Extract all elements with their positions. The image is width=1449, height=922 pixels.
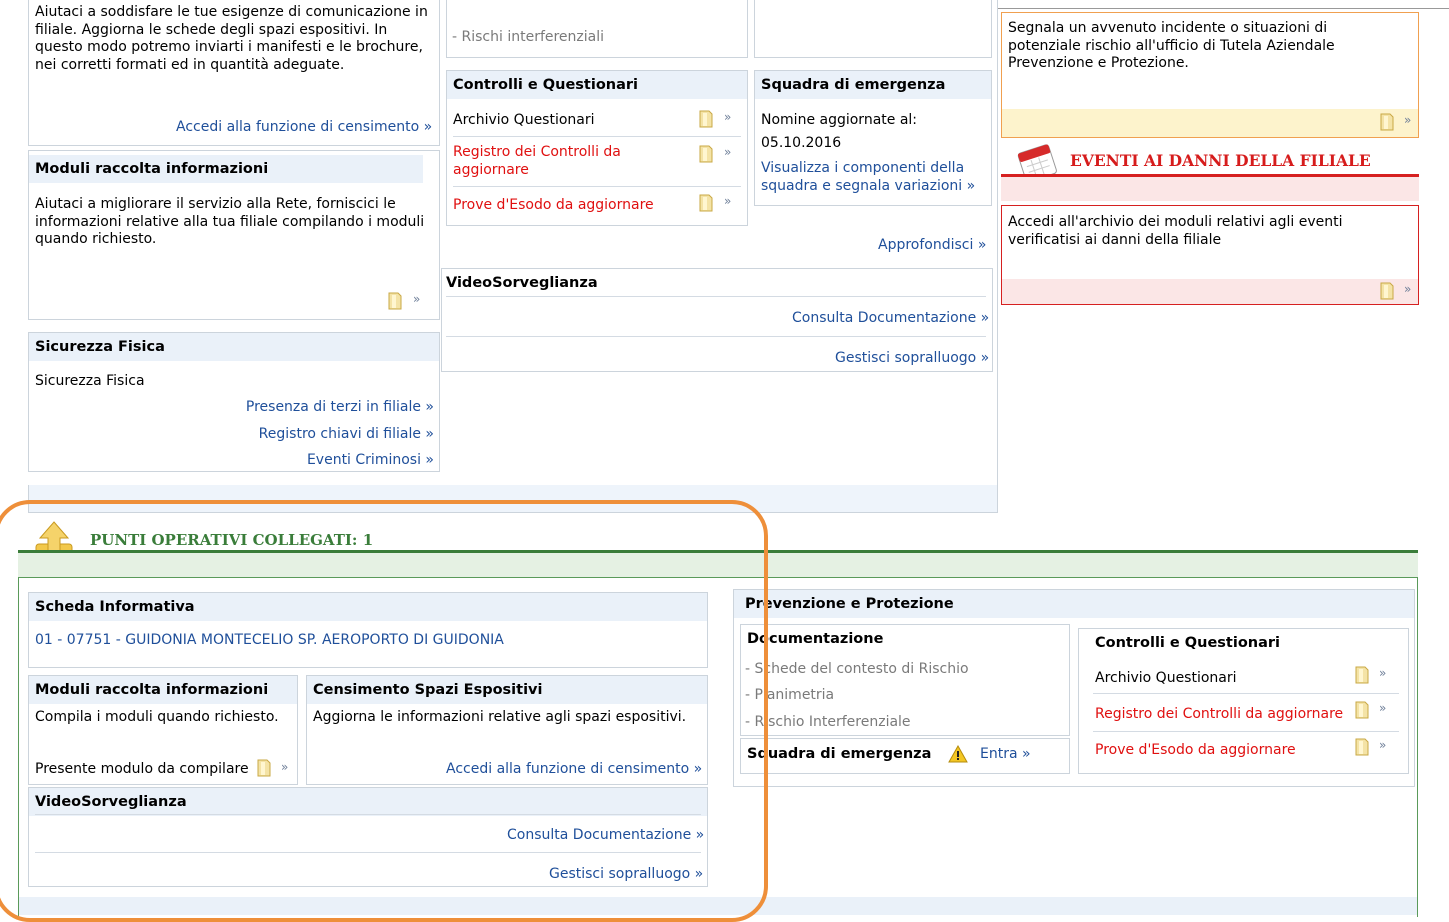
eventi-title: EVENTI AI DANNI DELLA FILIALE — [1070, 151, 1371, 170]
top-rule — [998, 8, 1449, 9]
gestisci-sopralluogo-top[interactable]: Gestisci sopralluogo » — [835, 349, 989, 367]
more-arrow[interactable]: » — [413, 292, 420, 306]
rischi-interferenziali: - Rischi interferenziali — [452, 29, 605, 45]
divider — [1093, 731, 1399, 732]
divider — [446, 336, 986, 337]
divider — [35, 814, 701, 815]
doc-rischio: - Rischio Interferenziale — [745, 714, 911, 730]
censimento-title: Censimento Spazi Espositivi — [307, 676, 707, 704]
link-registro-chiavi[interactable]: Registro chiavi di filiale » — [259, 425, 434, 443]
moduli-text-bottom: Compila i moduli quando richiesto. — [35, 709, 279, 725]
document-icon[interactable] — [1380, 113, 1394, 131]
more-arrow[interactable]: » — [281, 760, 288, 774]
controlli-title-bottom: Controlli e Questionari — [1079, 629, 1408, 657]
sicurezza-title: Sicurezza Fisica — [29, 333, 439, 361]
prevenzione-title: Prevenzione e Protezione — [734, 590, 1414, 618]
document-icon[interactable] — [1355, 701, 1369, 719]
squadra-title: Squadra di emergenza — [755, 71, 991, 99]
gestisci-sopralluogo-bottom[interactable]: Gestisci sopralluogo » — [549, 865, 703, 883]
sicurezza-text: Sicurezza Fisica — [35, 373, 145, 389]
more-arrow[interactable]: » — [1404, 113, 1411, 127]
punti-title: PUNTI OPERATIVI COLLEGATI: 1 — [90, 531, 374, 549]
scheda-title: Scheda Informativa — [29, 593, 707, 621]
moduli-text: Aiutaci a migliorare il servizio alla Re… — [35, 196, 425, 247]
controlli-prove[interactable]: Prove d'Esodo da aggiornare — [453, 196, 654, 214]
approfondisci-link[interactable]: Approfondisci » — [878, 236, 986, 254]
more-arrow[interactable]: » — [724, 110, 731, 124]
more-arrow[interactable]: » — [724, 145, 731, 159]
blank-panel — [754, 0, 992, 58]
controlli-archivio[interactable]: Archivio Questionari — [453, 111, 595, 129]
nomine-date: 05.10.2016 — [761, 135, 842, 151]
outer-strip — [28, 485, 998, 513]
outer-border-right — [997, 0, 998, 513]
more-arrow[interactable]: » — [1379, 701, 1386, 715]
eventi-footer — [1002, 279, 1418, 304]
punti-green-strip — [18, 553, 1418, 577]
controlli-title: Controlli e Questionari — [447, 71, 747, 99]
divider — [453, 136, 741, 137]
nomine-label: Nomine aggiornate al: — [761, 112, 918, 128]
warning-icon — [948, 744, 968, 763]
divider — [446, 296, 986, 297]
controlli-registro-bottom[interactable]: Registro dei Controlli da aggiornare — [1095, 705, 1343, 723]
more-arrow[interactable]: » — [1379, 738, 1386, 752]
consulta-doc-top[interactable]: Consulta Documentazione » — [792, 309, 989, 327]
documentazione-title: Documentazione — [741, 625, 1069, 653]
censimento-link[interactable]: Accedi alla funzione di censimento » — [446, 760, 702, 778]
document-icon[interactable] — [1355, 738, 1369, 756]
doc-schede: - Schede del contesto di Rischio — [745, 661, 969, 677]
video-title-top: VideoSorveglianza — [442, 269, 992, 297]
scheda-link[interactable]: 01 - 07751 - GUIDONIA MONTECELIO SP. AER… — [35, 631, 504, 649]
controlli-archivio-bottom[interactable]: Archivio Questionari — [1095, 669, 1237, 687]
more-arrow[interactable]: » — [724, 194, 731, 208]
controlli-prove-bottom[interactable]: Prove d'Esodo da aggiornare — [1095, 741, 1296, 759]
link-eventi-criminosi[interactable]: Eventi Criminosi » — [307, 451, 434, 469]
video-title-bottom: VideoSorveglianza — [29, 788, 707, 816]
moduli-title: Moduli raccolta informazioni — [29, 155, 423, 183]
divider — [453, 186, 741, 187]
controlli-registro[interactable]: Registro dei Controlli da aggiornare — [453, 144, 663, 179]
eventi-text: Accedi all'archivio dei moduli relativi … — [1008, 214, 1343, 248]
census-text: Aiutaci a soddisfare le tue esigenze di … — [35, 4, 428, 73]
divider — [35, 852, 701, 853]
consulta-doc-bottom[interactable]: Consulta Documentazione » — [507, 826, 704, 844]
incidente-footer — [1002, 109, 1418, 137]
squadra-link[interactable]: Visualizza i componenti della squadra e … — [761, 160, 986, 195]
entra-link[interactable]: Entra » — [980, 745, 1031, 763]
divider — [1093, 693, 1399, 694]
moduli-status: Presente modulo da compilare — [35, 761, 249, 777]
censimento-text: Aggiorna le informazioni relative agli s… — [313, 709, 687, 725]
punti-bottom-strip — [19, 897, 1417, 915]
document-icon[interactable] — [1355, 666, 1369, 684]
census-link[interactable]: Accedi alla funzione di censimento » — [176, 118, 432, 136]
link-presenza-terzi[interactable]: Presenza di terzi in filiale » — [246, 398, 434, 416]
more-arrow[interactable]: » — [1379, 666, 1386, 680]
squadra-title-bottom: Squadra di emergenza — [747, 746, 932, 762]
incidente-text: Segnala un avvenuto incidente o situazio… — [1008, 20, 1335, 71]
document-icon[interactable] — [699, 194, 713, 212]
document-icon[interactable] — [257, 759, 271, 777]
moduli-title-bottom: Moduli raccolta informazioni — [29, 676, 297, 704]
eventi-pink-strip — [1001, 177, 1419, 201]
document-icon[interactable] — [388, 292, 402, 310]
more-arrow[interactable]: » — [1404, 282, 1411, 296]
document-icon[interactable] — [1380, 282, 1394, 300]
doc-planimetria: - Planimetria — [745, 687, 835, 703]
document-icon[interactable] — [699, 145, 713, 163]
document-icon[interactable] — [699, 110, 713, 128]
